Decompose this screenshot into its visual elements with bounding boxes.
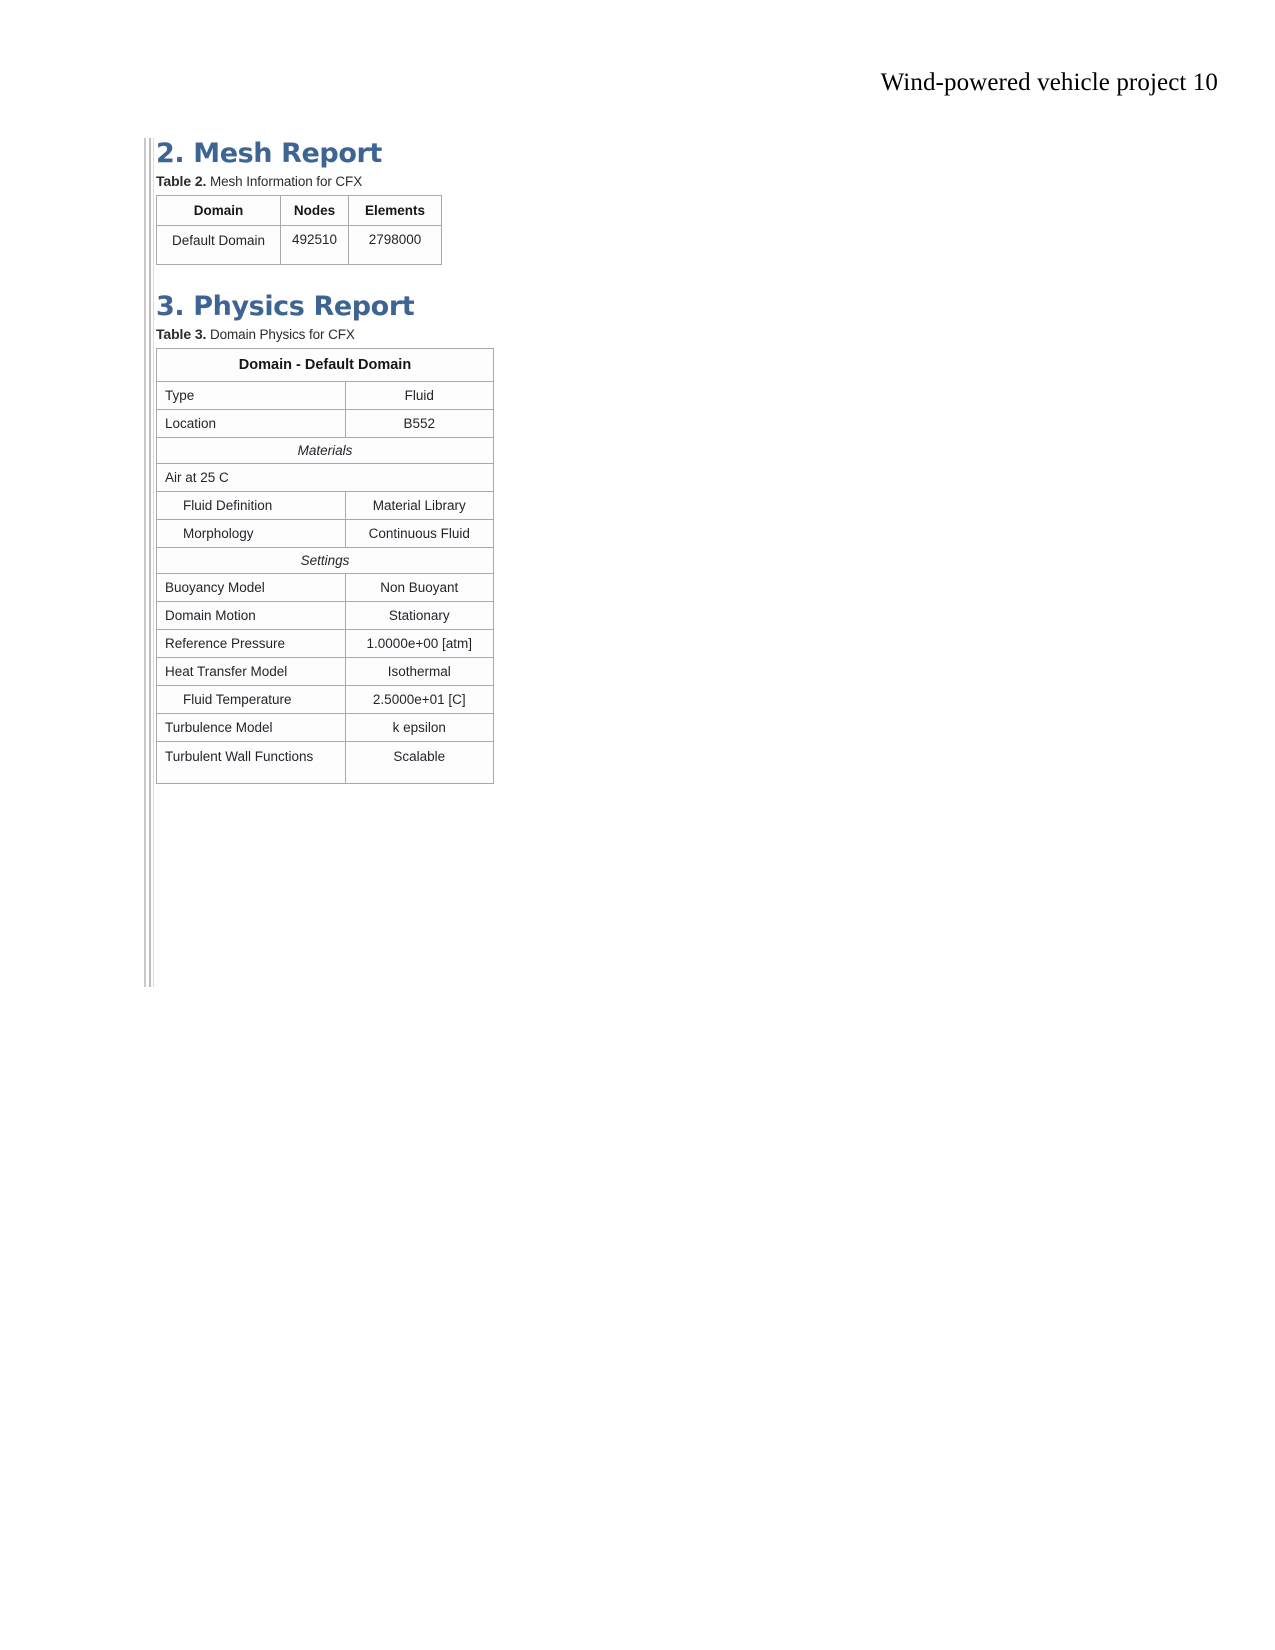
- physics-report-heading: 3. Physics Report: [156, 291, 415, 323]
- physics-material-name: Air at 25 C: [156, 463, 494, 493]
- physics-property-name: Turbulent Wall Functions: [156, 741, 346, 784]
- physics-table-title: Domain - Default Domain: [156, 348, 494, 383]
- mesh-report-heading: 2. Mesh Report: [156, 138, 382, 169]
- report-content: 2. Mesh Report Table 2. Mesh Information…: [156, 138, 556, 784]
- mesh-table-header-row: Domain Nodes Elements: [156, 195, 442, 227]
- table-row: Settings: [156, 547, 494, 575]
- table-row: Turbulence Model k epsilon: [156, 713, 495, 743]
- gutter-rule-shadow: [153, 138, 154, 987]
- physics-table-body: Type Fluid Location B552 Materials Air at 25 …: [156, 381, 495, 784]
- table-row: Fluid Definition Material Library: [156, 491, 495, 521]
- table-row: Heat Transfer Model Isothermal: [156, 657, 495, 687]
- mesh-col-nodes: Nodes: [280, 195, 349, 227]
- physics-property-value: Scalable: [344, 741, 495, 784]
- table-row: Location B552: [156, 409, 495, 439]
- table-row: Morphology Continuous Fluid: [156, 519, 495, 549]
- mesh-information-table: Domain Nodes Elements Default Domain 492…: [156, 195, 442, 266]
- page-running-header: Wind-powered vehicle project 10: [880, 69, 1218, 96]
- physics-property-value: Isothermal: [344, 657, 495, 687]
- window-edge-gutter: [144, 138, 155, 987]
- physics-property-name: Reference Pressure: [156, 629, 346, 659]
- mesh-cell-domain: Default Domain: [156, 225, 281, 266]
- physics-property-name: Morphology: [156, 519, 346, 549]
- physics-property-value: Material Library: [344, 491, 495, 521]
- physics-group-title: Settings: [156, 547, 494, 575]
- physics-property-name: Turbulence Model: [156, 713, 346, 743]
- physics-property-name: Buoyancy Model: [156, 573, 346, 603]
- mesh-col-domain: Domain: [156, 195, 281, 227]
- table-row: Materials: [156, 437, 494, 465]
- physics-property-name: Location: [156, 409, 346, 439]
- table-row: Default Domain 492510 2798000: [156, 225, 442, 266]
- physics-table-title-row: Domain - Default Domain: [156, 348, 494, 383]
- physics-property-value: Fluid: [344, 381, 495, 411]
- physics-property-value: Continuous Fluid: [344, 519, 495, 549]
- mesh-cell-nodes: 492510: [280, 225, 349, 266]
- physics-property-value: 2.5000e+01 [C]: [344, 685, 495, 715]
- physics-table-caption: Table 3. Domain Physics for CFX: [156, 326, 556, 342]
- table-row: Turbulent Wall Functions Scalable: [156, 741, 495, 784]
- physics-property-name: Fluid Temperature: [156, 685, 346, 715]
- mesh-caption-text: Mesh Information for CFX: [209, 174, 363, 190]
- table-row: Buoyancy Model Non Buoyant: [156, 573, 495, 603]
- physics-property-name: Fluid Definition: [156, 491, 346, 521]
- physics-property-name: Type: [156, 381, 346, 411]
- table-row: Fluid Temperature 2.5000e+01 [C]: [156, 685, 495, 715]
- gutter-rule-outer: [144, 138, 146, 987]
- mesh-col-elements: Elements: [348, 195, 442, 227]
- gutter-rule-inner: [149, 138, 151, 987]
- mesh-table-caption: Table 2. Mesh Information for CFX: [156, 173, 556, 189]
- domain-physics-table: Domain - Default Domain Type Fluid Locatio…: [156, 348, 495, 784]
- table-row: Reference Pressure 1.0000e+00 [atm]: [156, 629, 495, 659]
- physics-group-title: Materials: [156, 437, 494, 465]
- table-row: Type Fluid: [156, 381, 495, 411]
- table-row: Domain Motion Stationary: [156, 601, 495, 631]
- physics-property-value: Non Buoyant: [344, 573, 495, 603]
- mesh-cell-elements: 2798000: [348, 225, 442, 266]
- physics-property-value: 1.0000e+00 [atm]: [344, 629, 495, 659]
- physics-property-value: k epsilon: [344, 713, 495, 743]
- physics-property-value: Stationary: [344, 601, 495, 631]
- physics-property-name: Heat Transfer Model: [156, 657, 346, 687]
- physics-caption-text: Domain Physics for CFX: [209, 327, 355, 343]
- table-row: Air at 25 C: [156, 463, 494, 493]
- physics-caption-label: Table 3.: [156, 326, 207, 343]
- physics-property-value: B552: [344, 409, 495, 439]
- mesh-caption-label: Table 2.: [156, 173, 207, 190]
- physics-property-name: Domain Motion: [156, 601, 346, 631]
- report-screenshot-region: 2. Mesh Report Table 2. Mesh Information…: [140, 138, 570, 998]
